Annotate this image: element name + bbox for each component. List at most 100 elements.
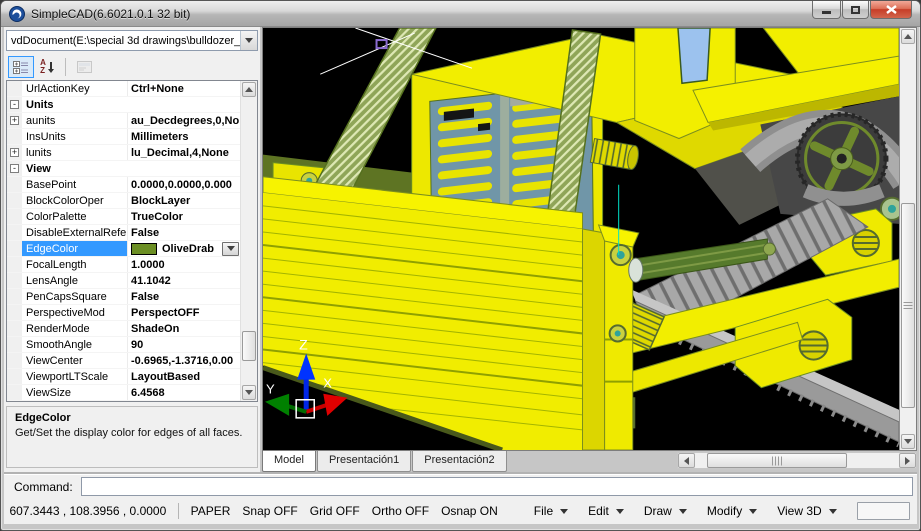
grid-row-lunits[interactable]: +lunitslu_Decimal,4,None: [7, 145, 240, 161]
grid-row-ViewSize[interactable]: ViewSize6.4568: [7, 385, 240, 401]
grid-row-SmoothAngle[interactable]: SmoothAngle90: [7, 337, 240, 353]
property-value: 1.0000: [128, 257, 240, 272]
grid-row-Units[interactable]: -Units: [7, 97, 240, 113]
layout-tabs: ModelPresentación1Presentación2: [262, 451, 508, 472]
property-grid-rows: UrlActionKeyCtrl+None-Units+aunitsau_Dec…: [7, 81, 240, 401]
row-margin: [7, 321, 22, 336]
chevron-down-icon: [245, 390, 253, 395]
grid-row-PerspectiveMod[interactable]: PerspectiveModPerspectOFF: [7, 305, 240, 321]
color-dropdown-button[interactable]: [222, 242, 239, 256]
menu-label: Draw: [644, 504, 672, 518]
menu-draw[interactable]: Draw: [644, 504, 687, 518]
property-name: DisableExternalRefe: [22, 225, 128, 240]
property-name: LensAngle: [22, 273, 128, 288]
property-name: Units: [22, 97, 240, 112]
viewport[interactable]: Z X Y: [262, 27, 917, 451]
viewport-panel: Z X Y ModelPresentación1Presentación2: [262, 27, 917, 474]
property-value: 6.4568: [128, 385, 240, 400]
grid-row-ColorPalette[interactable]: ColorPaletteTrueColor: [7, 209, 240, 225]
row-margin: -: [7, 161, 22, 176]
status-toggle-snap-off[interactable]: Snap OFF: [242, 504, 297, 518]
scrollbar-thumb[interactable]: [707, 453, 847, 468]
menu-label: Edit: [588, 504, 609, 518]
combobox-arrow-button[interactable]: [240, 31, 257, 50]
property-value: OliveDrab: [128, 241, 240, 256]
collapse-icon[interactable]: -: [10, 164, 19, 173]
property-grid: UrlActionKeyCtrl+None-Units+aunitsau_Dec…: [6, 80, 258, 402]
document-combobox[interactable]: vdDocument(E:\special 3d drawings\bulldo…: [6, 30, 258, 51]
categorized-view-button[interactable]: [8, 56, 34, 78]
alphabetical-sort-button[interactable]: AZ: [34, 56, 60, 78]
scroll-down-button[interactable]: [242, 385, 256, 400]
menu-view-3d[interactable]: View 3D: [777, 504, 836, 518]
property-grid-scrollbar[interactable]: [240, 81, 257, 401]
status-menus: File Edit Draw Modify View 3D: [534, 504, 857, 518]
scroll-left-button[interactable]: [678, 453, 695, 468]
viewport-horizontal-scrollbar[interactable]: [677, 452, 917, 469]
thumb-grip-icon: [772, 456, 782, 465]
grid-row-BasePoint[interactable]: BasePoint0.0000,0.0000,0.000: [7, 177, 240, 193]
scroll-down-button[interactable]: [901, 434, 915, 449]
ucs-x-label: X: [323, 376, 332, 391]
chevron-down-icon: [904, 439, 912, 444]
grid-row-FocalLength[interactable]: FocalLength1.0000: [7, 257, 240, 273]
status-toggle-osnap-on[interactable]: Osnap ON: [441, 504, 498, 518]
grid-row-DisableExternalRefe[interactable]: DisableExternalRefeFalse: [7, 225, 240, 241]
grid-row-InsUnits[interactable]: InsUnitsMillimeters: [7, 129, 240, 145]
collapse-icon[interactable]: -: [10, 100, 19, 109]
scroll-up-button[interactable]: [242, 82, 256, 97]
window-controls: [811, 1, 912, 19]
chevron-up-icon: [904, 34, 912, 39]
menu-edit[interactable]: Edit: [588, 504, 624, 518]
property-description: EdgeColor Get/Set the display color for …: [6, 406, 258, 468]
grid-row-aunits[interactable]: +aunitsau_Decdegrees,0,No: [7, 113, 240, 129]
grid-row-EdgeColor[interactable]: EdgeColorOliveDrab: [7, 241, 240, 257]
chevron-down-icon: [245, 38, 253, 43]
menu-modify[interactable]: Modify: [707, 504, 757, 518]
tab-Presentación1[interactable]: Presentación1: [317, 451, 411, 472]
property-name: PerspectiveMod: [22, 305, 128, 320]
row-margin: [7, 81, 22, 96]
status-bar: 607.3443 , 108.3956 , 0.0000 PAPERSnap O…: [4, 498, 917, 524]
scroll-right-button[interactable]: [899, 453, 916, 468]
command-input[interactable]: [81, 477, 913, 496]
property-value: PerspectOFF: [128, 305, 240, 320]
menu-file[interactable]: File: [534, 504, 568, 518]
expand-icon[interactable]: +: [10, 116, 19, 125]
row-margin: [7, 273, 22, 288]
grid-row-ViewCenter[interactable]: ViewCenter-0.6965,-1.3716,0.00: [7, 353, 240, 369]
scrollbar-thumb[interactable]: [901, 203, 915, 408]
viewport-canvas[interactable]: Z X Y: [263, 28, 899, 450]
minimize-button[interactable]: [812, 1, 841, 19]
row-margin: [7, 177, 22, 192]
status-progress-box: [857, 502, 910, 520]
property-value: 41.1042: [128, 273, 240, 288]
status-toggle-ortho-off[interactable]: Ortho OFF: [372, 504, 429, 518]
grid-row-BlockColorOper[interactable]: BlockColorOperBlockLayer: [7, 193, 240, 209]
tab-Model[interactable]: Model: [262, 451, 316, 472]
status-separator: [178, 503, 179, 519]
scrollbar-thumb[interactable]: [242, 331, 256, 361]
maximize-button[interactable]: [842, 1, 869, 19]
property-pages-button: [71, 56, 97, 78]
property-toolbar: AZ: [6, 54, 258, 80]
scroll-up-button[interactable]: [901, 29, 915, 44]
property-value: -0.6965,-1.3716,0.00: [128, 353, 240, 368]
menu-label: View 3D: [777, 504, 821, 518]
viewport-vertical-scrollbar[interactable]: [899, 28, 916, 450]
grid-row-ViewportLTScale[interactable]: ViewportLTScaleLayoutBased: [7, 369, 240, 385]
grid-row-View[interactable]: -View: [7, 161, 240, 177]
close-button[interactable]: [870, 1, 912, 19]
status-toggle-grid-off[interactable]: Grid OFF: [310, 504, 360, 518]
property-value: False: [128, 289, 240, 304]
grid-row-UrlActionKey[interactable]: UrlActionKeyCtrl+None: [7, 81, 240, 97]
grid-row-RenderMode[interactable]: RenderModeShadeOn: [7, 321, 240, 337]
close-icon: [886, 5, 897, 14]
property-value: ShadeOn: [128, 321, 240, 336]
grid-row-PenCapsSquare[interactable]: PenCapsSquareFalse: [7, 289, 240, 305]
status-toggle-paper[interactable]: PAPER: [191, 504, 231, 518]
tab-Presentación2[interactable]: Presentación2: [412, 451, 506, 472]
expand-icon[interactable]: +: [10, 148, 19, 157]
row-margin: [7, 305, 22, 320]
grid-row-LensAngle[interactable]: LensAngle41.1042: [7, 273, 240, 289]
